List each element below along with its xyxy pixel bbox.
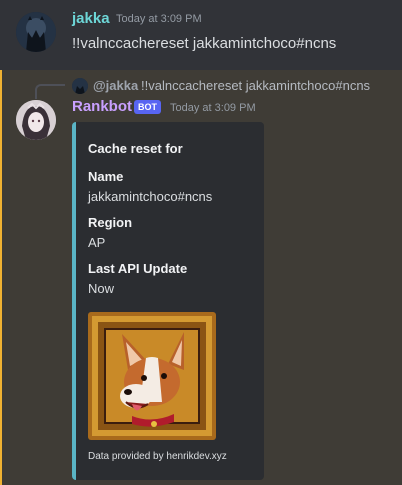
field-name-name: Name (88, 169, 124, 184)
reply-mention[interactable]: @jakka (93, 78, 138, 93)
mention-highlight-bar (0, 70, 2, 485)
field-name-region: Region (88, 215, 133, 230)
field-value-name: jakkamintchoco#ncns (88, 189, 213, 204)
field-name-last-api-update: Last API Update (88, 261, 188, 276)
field-value-last-api-update: Now (88, 281, 115, 296)
embed-author: Cache reset for (88, 141, 183, 156)
message-rankbot: @jakka !!valnccachereset jakkamintchoco#… (0, 70, 402, 485)
timestamp: Today at 3:09 PM (116, 13, 202, 25)
jakka-avatar[interactable] (16, 12, 56, 52)
embed: Cache reset for Name jakkamintchoco#ncns… (72, 122, 264, 480)
embed-footer: Data provided by henrikdev.xyz (88, 451, 227, 462)
message-jakka: jakka Today at 3:09 PM !!valnccachereset… (0, 0, 402, 70)
message-content: !!valnccachereset jakkamintchoco#ncns (72, 35, 337, 52)
rankbot-avatar[interactable] (16, 100, 56, 140)
reply-content[interactable]: !!valnccachereset jakkamintchoco#ncns (141, 78, 370, 93)
corgi-portrait-image[interactable] (88, 312, 216, 440)
reply-spine (35, 84, 65, 99)
bot-badge: BOT (134, 100, 161, 114)
reply-avatar[interactable] (72, 78, 88, 94)
author-name[interactable]: jakka (72, 10, 110, 27)
author-name[interactable]: Rankbot (72, 98, 132, 115)
timestamp: Today at 3:09 PM (170, 102, 256, 114)
field-value-region: AP (88, 235, 106, 250)
